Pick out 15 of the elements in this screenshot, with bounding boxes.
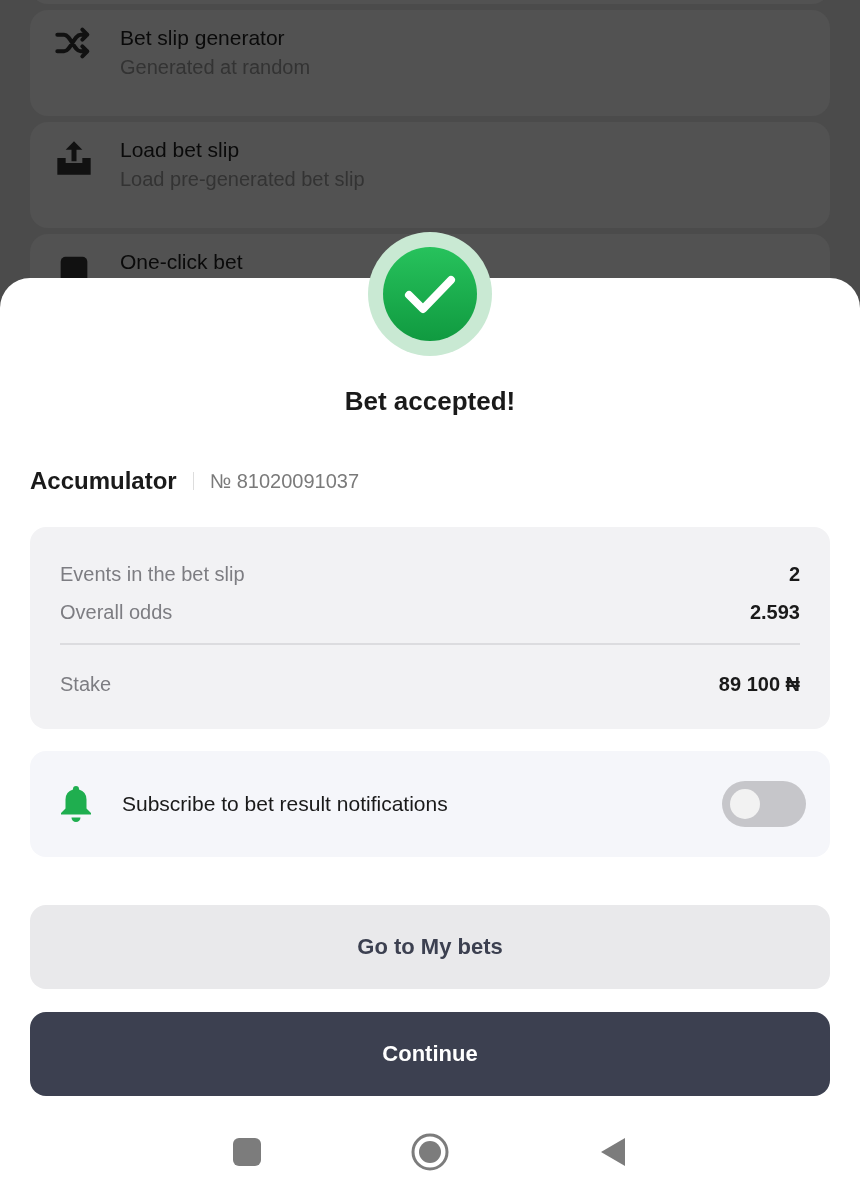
summary-label: Overall odds <box>60 600 173 624</box>
menu-item-title: One-click bet <box>120 250 243 274</box>
bet-number: № 81020091037 <box>209 469 360 493</box>
summary-value: 89 100 ₦ <box>718 672 800 696</box>
notification-label: Subscribe to bet result notifications <box>122 792 449 816</box>
my-bets-button[interactable]: Go to My bets <box>30 905 830 989</box>
continue-button[interactable]: Continue <box>30 1012 830 1096</box>
summary-label: Stake <box>60 672 112 696</box>
summary-value: 2.593 <box>749 600 800 624</box>
sheet-title: Bet accepted! <box>343 386 517 417</box>
menu-item-title: Load bet slip <box>120 138 241 162</box>
summary-label: Events in the bet slip <box>60 562 245 586</box>
summary-value: 2 <box>788 562 800 586</box>
bet-type: Accumulator <box>30 467 177 495</box>
menu-item-title: Bet slip generator <box>120 26 286 50</box>
